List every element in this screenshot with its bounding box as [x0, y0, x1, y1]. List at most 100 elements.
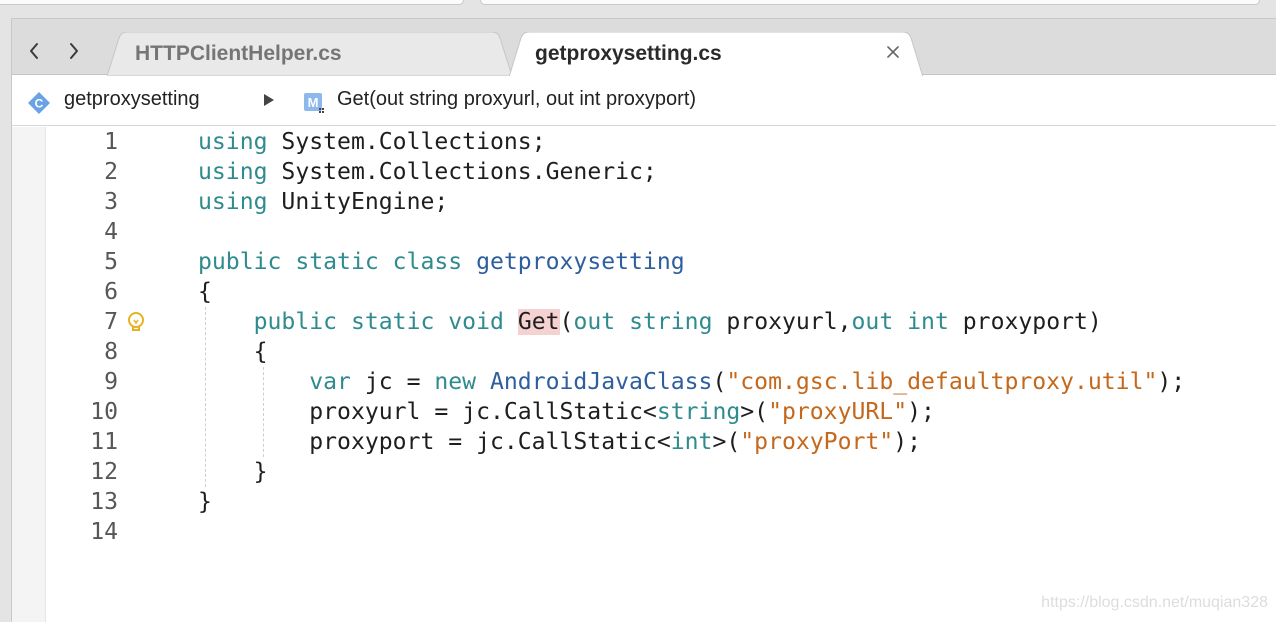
- code-line: 2 using System.Collections.Generic;: [46, 157, 1276, 187]
- code-token: getproxysetting: [476, 249, 685, 275]
- window-top-strip: [0, 0, 1276, 18]
- line-code: {: [198, 337, 268, 367]
- line-code: var jc = new AndroidJavaClass("com.gsc.l…: [198, 367, 1185, 397]
- code-token: UnityEngine;: [267, 189, 449, 215]
- code-token: new: [434, 369, 477, 395]
- indent-guide: [205, 307, 206, 487]
- code-line: 4: [46, 217, 1276, 247]
- toolbar-field-right: [480, 0, 1260, 5]
- code-token: proxyport = jc.CallStatic<: [198, 429, 671, 455]
- code-token: "proxyPort": [740, 429, 894, 455]
- line-code: }: [198, 487, 212, 517]
- line-number: 13: [90, 489, 118, 515]
- method-icon-letter: M: [308, 95, 319, 110]
- code-token: {: [198, 339, 268, 365]
- close-icon: [887, 46, 899, 58]
- breadcrumb-method[interactable]: Get(out string proxyurl, out int proxypo…: [337, 88, 696, 111]
- lightbulb-icon[interactable]: [124, 310, 148, 334]
- code-line: 7 public static void Get(out string prox…: [46, 307, 1276, 337]
- code-token: );: [1157, 369, 1186, 395]
- code-token: static: [295, 249, 379, 275]
- toolbar-field-left: [0, 0, 464, 5]
- code-token: proxyurl = jc.CallStatic<: [198, 399, 657, 425]
- code-token: (: [559, 309, 574, 335]
- code-token: public: [253, 309, 338, 335]
- code-token: var: [309, 369, 351, 395]
- code-token: using: [198, 159, 268, 185]
- indent-guide: [263, 367, 264, 457]
- code-token: string: [629, 309, 713, 335]
- line-number: 2: [104, 159, 118, 185]
- line-code: proxyport = jc.CallStatic<int>("proxyPor…: [198, 427, 921, 457]
- code-line: 13}: [46, 487, 1276, 517]
- navigate-back-button[interactable]: [24, 39, 44, 63]
- line-code: using UnityEngine;: [198, 187, 448, 217]
- line-number: 5: [104, 249, 118, 275]
- line-number: 9: [104, 369, 118, 395]
- code-token: AndroidJavaClass: [490, 369, 713, 395]
- line-code: public static class getproxysetting: [198, 247, 685, 277]
- line-number: 4: [104, 219, 118, 245]
- code-token: public: [198, 249, 282, 275]
- code-token: "proxyURL": [768, 399, 908, 425]
- line-number: 3: [104, 189, 118, 215]
- tab-bar: HTTPClientHelper.cs getproxysetting.cs: [12, 18, 1276, 76]
- code-token: static: [350, 309, 435, 335]
- highlighted-symbol: Get: [517, 309, 560, 335]
- class-icon: C: [28, 92, 50, 114]
- code-line: 9 var jc = new AndroidJavaClass("com.gsc…: [46, 367, 1276, 397]
- code-line: 1 using System.Collections;: [46, 127, 1276, 157]
- code-token: proxyurl,: [712, 309, 852, 335]
- line-code: {: [198, 277, 212, 307]
- line-code: using System.Collections.Generic;: [198, 157, 657, 187]
- code-token: "com.gsc.lib_defaultproxy.util": [726, 369, 1158, 395]
- code-token: using: [198, 189, 268, 215]
- code-token: );: [893, 429, 922, 455]
- line-code: proxyurl = jc.CallStatic<string>("proxyU…: [198, 397, 935, 427]
- code-token: >(: [740, 399, 769, 425]
- navigate-forward-button[interactable]: [64, 39, 84, 63]
- line-number: 6: [104, 279, 118, 305]
- code-line: 6{: [46, 277, 1276, 307]
- code-line: 12 }: [46, 457, 1276, 487]
- code-line: 5 public static class getproxysetting: [46, 247, 1276, 277]
- code-token: int: [907, 309, 949, 335]
- close-tab-button[interactable]: [885, 44, 901, 60]
- tab-httpclienthelper[interactable]: HTTPClientHelper.cs: [107, 32, 512, 76]
- tab-label: HTTPClientHelper.cs: [135, 42, 342, 65]
- code-token: int: [670, 429, 713, 455]
- code-token: class: [392, 249, 463, 275]
- tab-getproxysetting[interactable]: getproxysetting.cs: [509, 32, 923, 76]
- code-token: >(: [712, 429, 741, 455]
- class-icon-letter: C: [35, 97, 44, 111]
- code-token: string: [656, 399, 741, 425]
- breadcrumb-class[interactable]: getproxysetting: [64, 88, 200, 111]
- line-number: 7: [104, 309, 118, 335]
- chevron-right-icon: [70, 43, 78, 59]
- line-code: using System.Collections;: [198, 127, 546, 157]
- code-token: System.Collections.Generic;: [267, 159, 657, 185]
- code-token: out: [851, 309, 894, 335]
- method-icon: M: [304, 93, 324, 113]
- code-token: }: [198, 489, 212, 515]
- line-number: 10: [90, 399, 118, 425]
- code-line: 3 using UnityEngine;: [46, 187, 1276, 217]
- tab-label: getproxysetting.cs: [535, 42, 722, 65]
- breadcrumb: C getproxysetting M Get(out string proxy…: [12, 76, 1276, 126]
- code-token: }: [198, 459, 268, 485]
- line-number: 12: [90, 459, 118, 485]
- code-editor[interactable]: 1 using System.Collections; 2 using System.…: [12, 127, 1276, 622]
- code-token: (: [712, 369, 727, 395]
- chevron-left-icon: [30, 43, 38, 59]
- code-token: jc =: [350, 369, 435, 395]
